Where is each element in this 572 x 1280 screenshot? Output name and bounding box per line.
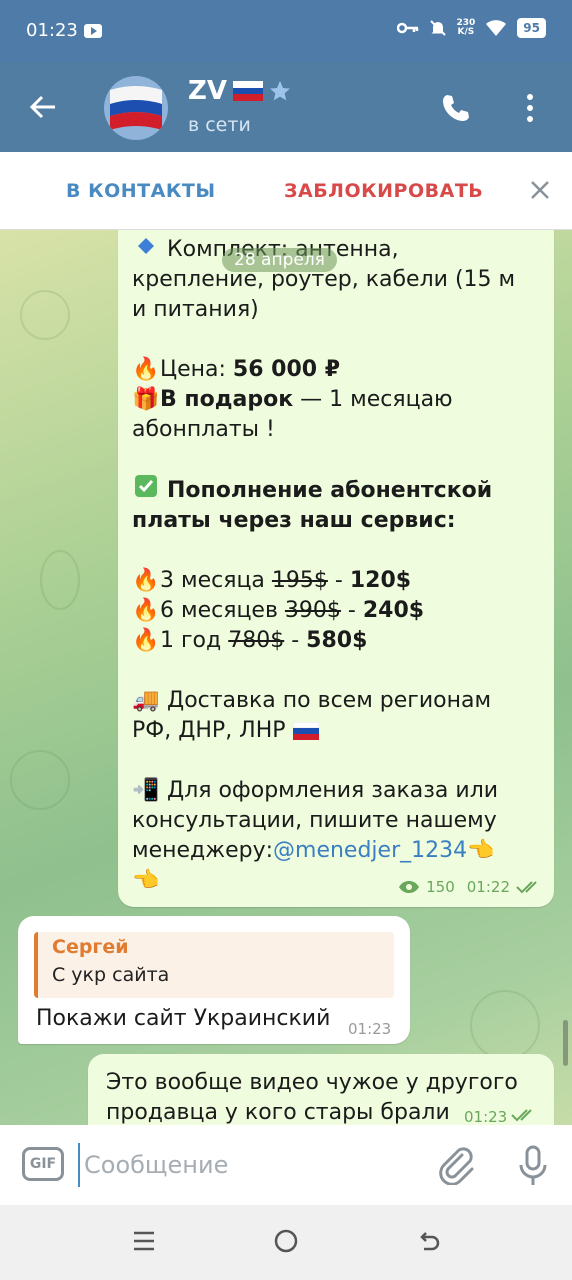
pointing-left-icon: 👈 <box>467 838 495 863</box>
avatar[interactable] <box>104 76 168 140</box>
background-doodle <box>40 550 80 610</box>
scrollbar[interactable] <box>563 1020 568 1066</box>
russia-flag-icon <box>232 81 263 101</box>
status-time: 01:23 <box>26 20 78 41</box>
chat-title[interactable]: ZV <box>188 76 291 106</box>
russia-flag-icon <box>292 721 319 740</box>
date-divider: 28 апреля <box>222 248 337 272</box>
online-status: в сети <box>188 114 251 136</box>
block-user-button[interactable]: ЗАБЛОКИРОВАТЬ <box>284 180 483 202</box>
message-text: Покажи сайт Украинский <box>36 1006 331 1031</box>
mute-bell-icon <box>429 20 446 36</box>
manager-link[interactable]: @menedjer_1234 <box>273 838 467 863</box>
microphone-icon[interactable] <box>518 1145 548 1187</box>
delivery-truck-icon: 🚚 <box>132 688 160 713</box>
reply-text: С укр сайта <box>52 964 170 986</box>
blue-diamond-icon <box>132 235 160 265</box>
wifi-icon <box>486 20 507 36</box>
chat-area[interactable]: Комплект: антенна, крепление, роутер, ка… <box>0 230 572 1125</box>
contact-action-bar: В КОНТАКТЫ ЗАБЛОКИРОВАТЬ <box>0 152 572 230</box>
message-time-status: 01:23 <box>464 1108 537 1125</box>
background-doodle <box>470 990 540 1060</box>
status-icons: 230 K/S 95 <box>396 18 546 38</box>
message-time: 01:23 <box>348 1020 392 1038</box>
back-arrow-icon[interactable] <box>28 92 58 122</box>
double-check-icon <box>511 1109 532 1122</box>
message-input[interactable] <box>78 1143 418 1187</box>
message-input-bar: GIF <box>0 1125 572 1205</box>
add-to-contacts-button[interactable]: В КОНТАКТЫ <box>66 180 216 202</box>
battery-indicator: 95 <box>517 18 546 38</box>
pointing-left-icon: 👈 <box>132 868 160 893</box>
post-time: 01:22 <box>466 878 510 896</box>
check-mark-icon <box>132 475 160 506</box>
double-check-icon <box>516 881 537 894</box>
views-eye-icon <box>399 881 420 893</box>
gif-button[interactable]: GIF <box>22 1147 64 1181</box>
gift-icon: 🎁 <box>132 387 160 412</box>
star-icon <box>269 81 290 101</box>
incoming-message-bubble[interactable]: Сергей С укр сайта Покажи сайт Украински… <box>18 916 410 1044</box>
channel-post-text: Комплект: антенна, крепление, роутер, ка… <box>132 235 532 896</box>
home-icon[interactable] <box>274 1229 298 1253</box>
post-meta: 150 01:22 <box>398 878 542 896</box>
chat-header: ZV в сети <box>0 62 572 152</box>
views-count: 150 <box>426 878 455 896</box>
more-vert-icon[interactable] <box>524 92 536 124</box>
fire-icon: 🔥 <box>132 568 160 593</box>
outgoing-message-bubble[interactable]: Это вообще видео чужое у другого продавц… <box>88 1054 554 1125</box>
mobile-phone-arrow-icon: 📲 <box>132 778 160 803</box>
status-bar: 01:23 230 K/S 95 <box>0 0 572 62</box>
paperclip-icon[interactable] <box>438 1145 474 1185</box>
background-doodle <box>10 750 70 810</box>
network-speed: 230 K/S <box>456 18 476 37</box>
key-icon <box>396 22 418 34</box>
fire-icon: 🔥 <box>132 357 160 382</box>
phone-call-icon[interactable] <box>440 92 472 124</box>
fire-icon: 🔥 <box>132 598 160 623</box>
system-navigation-bar <box>0 1205 572 1280</box>
russian-flag-avatar-icon <box>104 76 168 140</box>
reply-quote[interactable]: Сергей С укр сайта <box>34 932 394 998</box>
background-doodle <box>20 290 70 340</box>
close-icon[interactable] <box>528 178 552 202</box>
fire-icon: 🔥 <box>132 628 160 653</box>
youtube-notification-icon <box>84 24 102 38</box>
recent-apps-icon[interactable] <box>132 1229 156 1253</box>
reply-author: Сергей <box>52 936 129 958</box>
back-nav-icon[interactable] <box>418 1229 442 1253</box>
